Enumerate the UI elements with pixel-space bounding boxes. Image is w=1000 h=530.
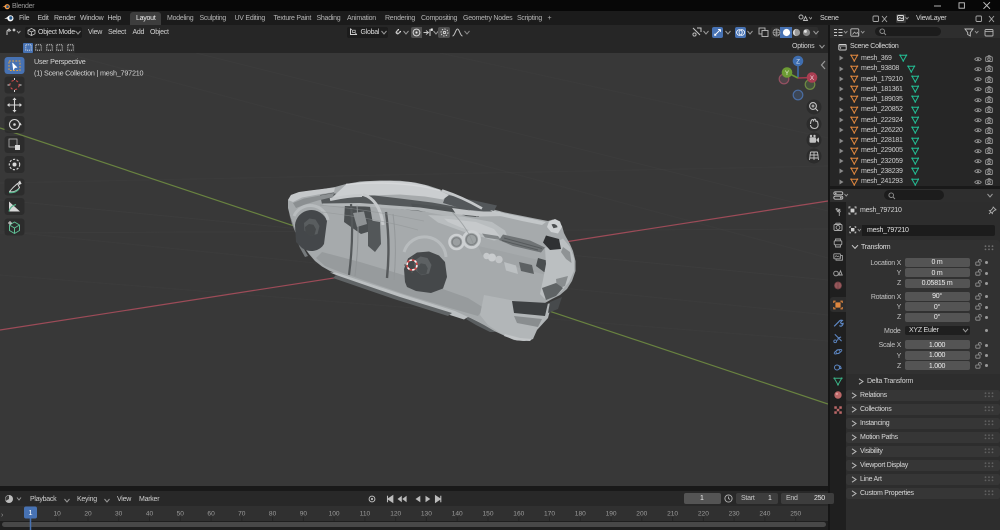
svg-text:140: 140 — [452, 511, 463, 518]
svg-text:120: 120 — [390, 511, 401, 518]
svg-text:20: 20 — [84, 511, 92, 518]
svg-text:30: 30 — [115, 511, 123, 518]
svg-text:210: 210 — [667, 511, 678, 518]
svg-text:(1) Scene Collection | mesh_79: (1) Scene Collection | mesh_797210 — [34, 69, 144, 78]
svg-text:User Perspective: User Perspective — [34, 57, 86, 66]
svg-text:80: 80 — [269, 511, 277, 518]
svg-text:250: 250 — [790, 511, 801, 518]
svg-text:220: 220 — [698, 511, 709, 518]
svg-text:10: 10 — [54, 511, 62, 518]
svg-text:70: 70 — [238, 511, 246, 518]
svg-text:Z: Z — [796, 58, 800, 65]
svg-text:130: 130 — [421, 511, 432, 518]
svg-text:40: 40 — [146, 511, 154, 518]
svg-text:60: 60 — [207, 511, 215, 518]
svg-text:240: 240 — [759, 511, 770, 518]
svg-text:150: 150 — [482, 511, 493, 518]
svg-text:170: 170 — [544, 511, 555, 518]
svg-text:110: 110 — [360, 511, 371, 518]
svg-text:180: 180 — [575, 511, 586, 518]
svg-text:90: 90 — [300, 511, 308, 518]
svg-text:50: 50 — [177, 511, 185, 518]
svg-text:1: 1 — [28, 508, 32, 517]
svg-text:160: 160 — [513, 511, 524, 518]
svg-text:100: 100 — [329, 511, 340, 518]
svg-text:190: 190 — [606, 511, 617, 518]
svg-text:200: 200 — [636, 511, 647, 518]
svg-text:230: 230 — [729, 511, 740, 518]
